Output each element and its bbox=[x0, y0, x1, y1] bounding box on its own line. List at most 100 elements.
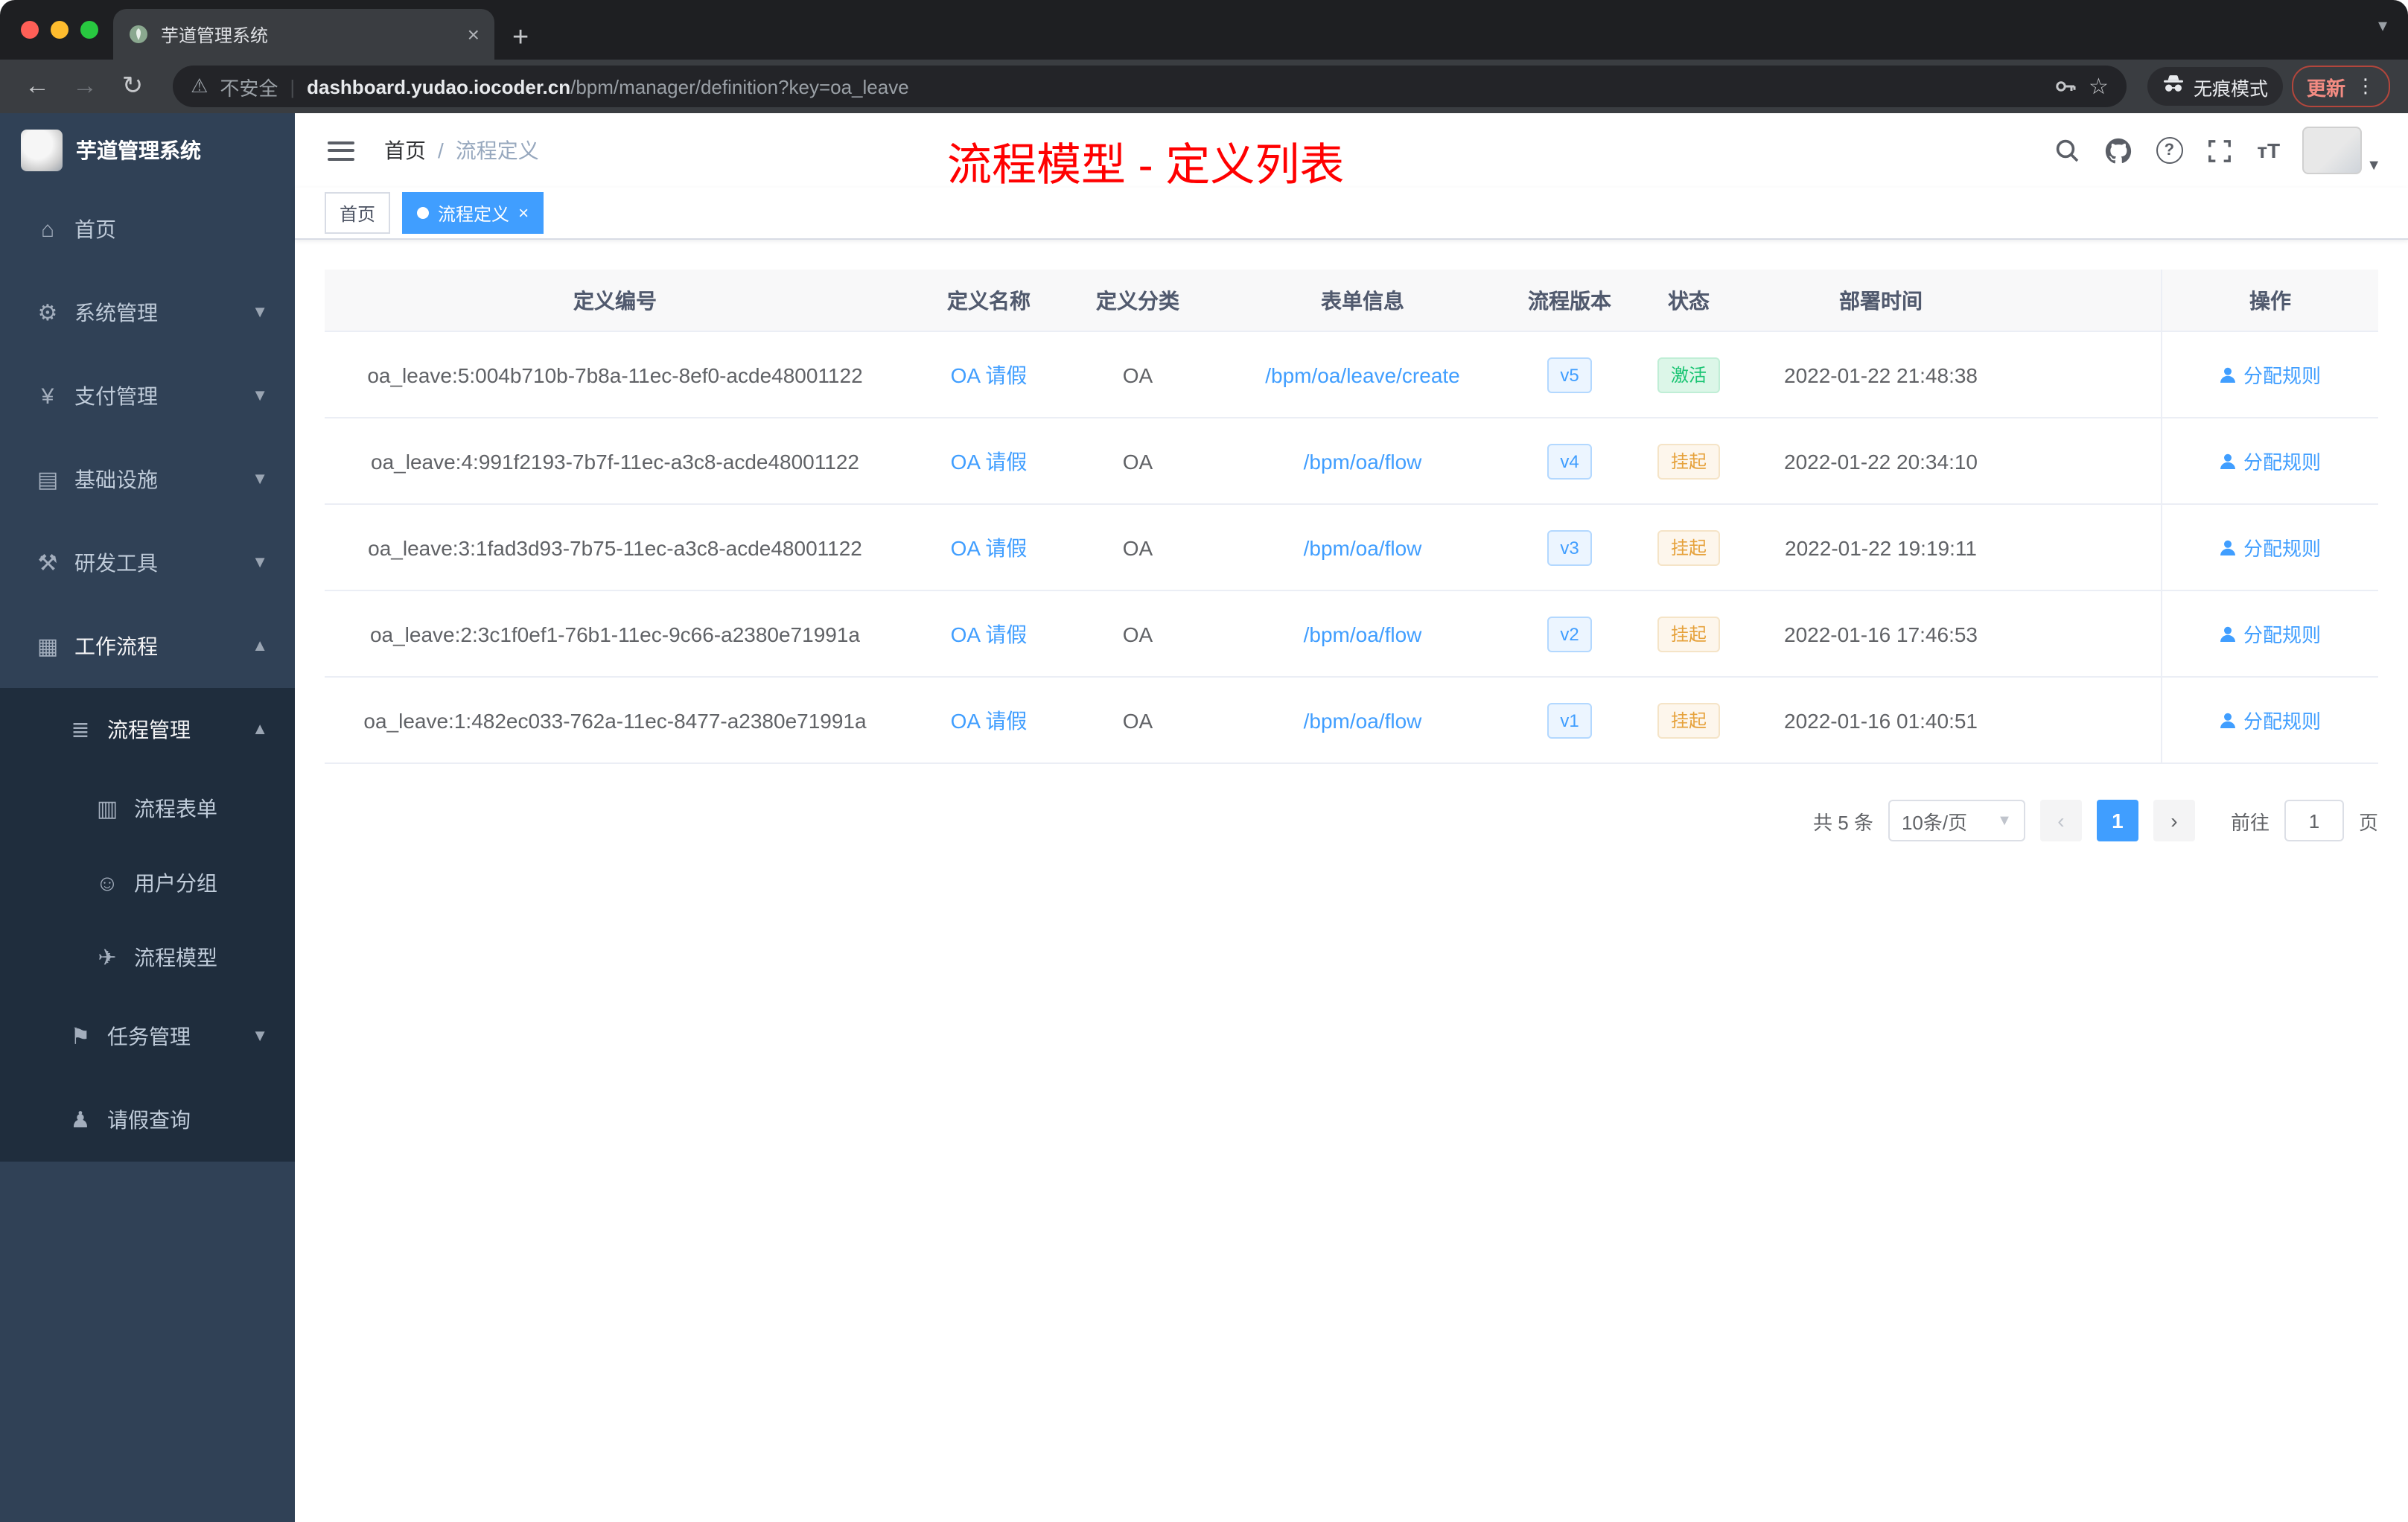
tag-home[interactable]: 首页 bbox=[325, 192, 391, 234]
help-icon[interactable]: ? bbox=[2156, 137, 2183, 164]
new-tab-button[interactable]: + bbox=[512, 24, 529, 52]
assign-rule-button[interactable]: 分配规则 bbox=[2220, 360, 2321, 389]
col-status: 状态 bbox=[1668, 288, 1710, 312]
tools-icon: ⚒ bbox=[37, 551, 58, 576]
github-icon[interactable] bbox=[2103, 136, 2133, 165]
breadcrumb-home[interactable]: 首页 bbox=[384, 136, 426, 165]
row-spacer bbox=[2001, 332, 2161, 417]
definition-id: oa_leave:1:482ec033-762a-11ec-8477-a2380… bbox=[363, 708, 867, 732]
sidebar-item-payment[interactable]: ¥ 支付管理 ▼ bbox=[0, 354, 295, 438]
sidebar-item-process-management[interactable]: ≣ 流程管理 ▲ bbox=[0, 688, 295, 771]
security-label[interactable]: 不安全 bbox=[220, 72, 278, 101]
definition-name-link[interactable]: OA 请假 bbox=[951, 705, 1028, 735]
version-badge: v4 bbox=[1547, 443, 1593, 479]
goto-label: 前往 bbox=[2230, 811, 2270, 833]
minimize-window-button[interactable] bbox=[51, 21, 69, 39]
tab-title: 芋道管理系统 bbox=[161, 25, 269, 45]
caret-down-icon: ▼ bbox=[2366, 158, 2381, 174]
sidebar-item-process-form[interactable]: ▥ 流程表单 bbox=[0, 771, 295, 846]
reload-icon[interactable]: ↻ bbox=[113, 71, 152, 101]
version-badge: v3 bbox=[1547, 529, 1593, 565]
close-icon[interactable]: × bbox=[518, 203, 529, 223]
sidebar-item-infrastructure[interactable]: ▤ 基础设施 ▼ bbox=[0, 438, 295, 521]
fullscreen-icon[interactable] bbox=[2205, 136, 2235, 165]
avatar-image bbox=[2302, 127, 2363, 174]
goto-page-input[interactable] bbox=[2284, 800, 2344, 841]
form-link[interactable]: /bpm/oa/leave/create bbox=[1265, 363, 1460, 386]
sidebar-item-dev-tools[interactable]: ⚒ 研发工具 ▼ bbox=[0, 521, 295, 605]
sidebar-item-task-management[interactable]: ⚑ 任务管理 ▼ bbox=[0, 995, 295, 1078]
person-icon: ♟ bbox=[70, 1108, 91, 1133]
main-area: 流程模型 - 定义列表 首页 / 流程定义 ? тT ▼ 首页 流程定义 × 定… bbox=[295, 113, 2408, 1522]
sidebar-item-user-group[interactable]: ☺ 用户分组 bbox=[0, 846, 295, 920]
maximize-window-button[interactable] bbox=[80, 21, 98, 39]
sidebar-item-workflow[interactable]: ▦ 工作流程 ▲ bbox=[0, 605, 295, 688]
tags-view-bar: 首页 流程定义 × bbox=[295, 188, 2408, 240]
password-key-icon[interactable] bbox=[2053, 74, 2077, 98]
bookmark-star-icon[interactable]: ☆ bbox=[2089, 73, 2109, 100]
sidebar-collapse-icon[interactable] bbox=[328, 141, 354, 160]
window-controls[interactable] bbox=[21, 21, 98, 39]
row-spacer bbox=[2001, 678, 2161, 762]
definition-name-link[interactable]: OA 请假 bbox=[951, 446, 1028, 476]
form-link[interactable]: /bpm/oa/flow bbox=[1304, 449, 1422, 473]
sidebar-item-home[interactable]: ⌂ 首页 bbox=[0, 188, 295, 271]
table-header: 定义编号 定义名称 定义分类 表单信息 流程版本 状态 部署时间 操作 bbox=[325, 270, 2378, 332]
sidebar-item-system[interactable]: ⚙ 系统管理 ▼ bbox=[0, 271, 295, 354]
document-icon: ▥ bbox=[96, 797, 118, 822]
next-page-button[interactable]: › bbox=[2153, 800, 2195, 841]
search-icon[interactable] bbox=[2051, 136, 2081, 165]
tag-label: 首页 bbox=[340, 203, 376, 224]
form-link[interactable]: /bpm/oa/flow bbox=[1304, 535, 1422, 559]
navbar-actions: ? тT ▼ bbox=[2051, 127, 2381, 174]
col-definition-category: 定义分类 bbox=[1096, 288, 1179, 312]
home-icon: ⌂ bbox=[40, 217, 55, 242]
sidebar-item-label: 支付管理 bbox=[74, 384, 158, 408]
chevron-down-icon: ▼ bbox=[1997, 812, 2012, 829]
sidebar-item-leave-query[interactable]: ♟ 请假查询 bbox=[0, 1078, 295, 1162]
status-badge: 挂起 bbox=[1657, 616, 1720, 652]
page-url[interactable]: dashboard.yudao.iocoder.cn/bpm/manager/d… bbox=[307, 75, 909, 98]
sidebar: 芋道管理系统 ⌂ 首页 ⚙ 系统管理 ▼ ¥ 支付管理 ▼ ▤ 基础设施 ▼ ⚒… bbox=[0, 113, 295, 1522]
sidebar-item-process-model[interactable]: ✈ 流程模型 bbox=[0, 920, 295, 995]
forward-icon[interactable]: → bbox=[66, 71, 104, 101]
assign-rule-button[interactable]: 分配规则 bbox=[2220, 447, 2321, 475]
page-suffix-label: 页 bbox=[2358, 811, 2378, 833]
tab-search-chevron-icon[interactable]: ▾ bbox=[2378, 15, 2387, 36]
url-host: dashboard.yudao.iocoder.cn bbox=[307, 75, 571, 98]
back-icon[interactable]: ← bbox=[18, 71, 57, 101]
address-bar[interactable]: ⚠ 不安全 | dashboard.yudao.iocoder.cn/bpm/m… bbox=[173, 66, 2127, 107]
definition-name-link[interactable]: OA 请假 bbox=[951, 532, 1028, 562]
assign-rule-button[interactable]: 分配规则 bbox=[2220, 533, 2321, 561]
definition-name-link[interactable]: OA 请假 bbox=[951, 619, 1028, 649]
sidebar-item-label: 工作流程 bbox=[74, 634, 158, 658]
tab-close-icon[interactable]: × bbox=[468, 22, 480, 46]
chevron-down-icon: ▼ bbox=[252, 471, 268, 488]
definition-category: OA bbox=[1122, 535, 1153, 559]
page-1-button[interactable]: 1 bbox=[2096, 800, 2138, 841]
sidebar-item-label: 首页 bbox=[74, 217, 116, 241]
definition-category: OA bbox=[1122, 622, 1153, 646]
sidebar-logo[interactable]: 芋道管理系统 bbox=[0, 113, 295, 188]
prev-page-button[interactable]: ‹ bbox=[2039, 800, 2082, 841]
assign-rule-button[interactable]: 分配规则 bbox=[2220, 706, 2321, 734]
definition-name-link[interactable]: OA 请假 bbox=[951, 360, 1028, 389]
font-size-icon[interactable]: тT bbox=[2257, 138, 2280, 162]
chevron-up-icon: ▲ bbox=[252, 721, 268, 739]
browser-update-button[interactable]: 更新 ⋮ bbox=[2291, 66, 2390, 107]
definition-table: 定义编号 定义名称 定义分类 表单信息 流程版本 状态 部署时间 操作 oa_l… bbox=[325, 270, 2378, 764]
tag-process-definition[interactable]: 流程定义 × bbox=[402, 192, 544, 234]
definition-category: OA bbox=[1122, 708, 1153, 732]
form-link[interactable]: /bpm/oa/flow bbox=[1304, 708, 1422, 732]
user-avatar[interactable]: ▼ bbox=[2302, 127, 2381, 174]
close-window-button[interactable] bbox=[21, 21, 39, 39]
assign-rule-button[interactable]: 分配规则 bbox=[2220, 620, 2321, 648]
col-process-version: 流程版本 bbox=[1528, 288, 1611, 312]
sidebar-item-label: 流程管理 bbox=[107, 718, 191, 742]
tag-label: 流程定义 bbox=[438, 203, 510, 224]
form-link[interactable]: /bpm/oa/flow bbox=[1304, 622, 1422, 646]
update-label: 更新 bbox=[2306, 77, 2345, 99]
page-size-select[interactable]: 10条/页 ▼ bbox=[1888, 800, 2025, 841]
browser-tab[interactable]: 芋道管理系统 × bbox=[113, 9, 494, 60]
browser-menu-icon[interactable]: ⋮ bbox=[2356, 74, 2375, 98]
